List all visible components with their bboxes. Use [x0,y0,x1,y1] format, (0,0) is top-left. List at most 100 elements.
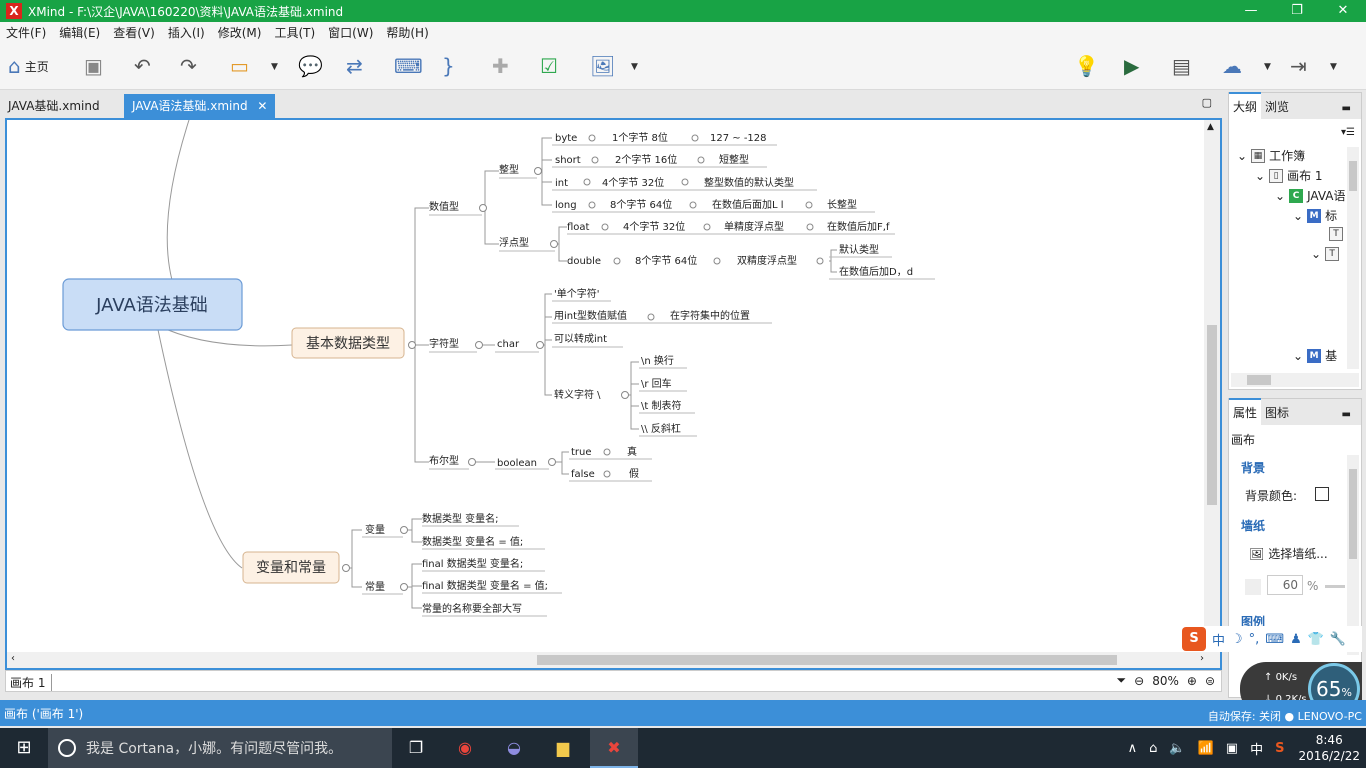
topic-var-decl[interactable]: 数据类型 变量名; [422,512,499,525]
topic-numeric[interactable]: 数值型 [429,200,459,213]
outline-hscroll-thumb[interactable] [1247,375,1271,385]
collapse-toggle-icon[interactable] [603,470,611,478]
topic-true[interactable]: true [571,447,592,458]
topic-bool-group[interactable]: 布尔型 [429,454,459,467]
summary-icon[interactable]: ✚ [492,52,509,80]
ime-punctuation-icon[interactable]: °, [1249,632,1260,647]
ime-chinese-toggle[interactable]: 中 [1212,630,1225,649]
collapse-toggle-icon[interactable] [550,240,558,248]
topic-long[interactable]: long [555,200,577,211]
cortana-search-box[interactable]: 我是 Cortana，小娜。有问题尽管问我。 [48,728,392,768]
home-button[interactable]: ⌂ 主页 [8,52,49,80]
tree-item-main-2[interactable]: ⌄ M 基 [1293,347,1337,364]
collapse-toggle-icon[interactable] [408,341,416,349]
maximize-editor-icon[interactable]: ▢ [1202,96,1212,109]
topic-double-note[interactable]: 双精度浮点型 [737,254,797,267]
tree-item-sub-2[interactable]: ⌄ T [1311,247,1343,261]
expand-icon[interactable]: ⌄ [1293,349,1303,363]
zoom-in-icon[interactable]: ⊕ [1187,674,1197,688]
tab-outline[interactable]: 大纲 [1229,92,1262,119]
topic-true-cn[interactable]: 真 [627,445,637,458]
topic-char-int-note[interactable]: 在字符集中的位置 [670,309,750,322]
tray-expand-icon[interactable]: ∧ [1128,741,1138,756]
choose-wallpaper-button[interactable]: 🖼 选择墙纸... [1249,545,1328,562]
horizontal-scroll-thumb[interactable] [537,655,1117,665]
tray-sogou-icon[interactable]: S [1275,741,1284,756]
eclipse-icon[interactable]: ◒ [502,736,526,760]
collapse-toggle-icon[interactable] [342,564,350,572]
topic-char-int[interactable]: 用int型数值赋值 [554,309,627,322]
collapse-toggle-icon[interactable] [548,458,556,466]
menu-edit[interactable]: 编辑(E) [59,24,100,41]
topic-short-note[interactable]: 短整型 [719,153,749,166]
opacity-slider[interactable] [1325,585,1345,588]
lightbulb-icon[interactable]: 💡 [1074,52,1099,80]
collapse-toggle-icon[interactable] [703,223,711,231]
collapse-toggle-icon[interactable] [689,201,697,209]
collapse-toggle-icon[interactable] [400,526,408,534]
topic-double-default[interactable]: 默认类型 [839,243,879,256]
collapse-toggle-icon[interactable] [713,257,721,265]
topic-long-suffix[interactable]: 在数值后面加L l [712,198,784,211]
background-color-swatch[interactable] [1315,487,1329,501]
collapse-toggle-icon[interactable] [475,341,483,349]
collapse-toggle-icon[interactable] [468,458,476,466]
minimize-icon[interactable]: — [1228,0,1274,22]
expand-icon[interactable]: ⌄ [1311,247,1321,261]
properties-scrollbar[interactable] [1347,455,1359,655]
collapse-toggle-icon[interactable] [805,201,813,209]
panel-menu-icon[interactable]: ▾☰ [1341,127,1355,138]
scroll-left-icon[interactable]: ‹ [11,653,15,664]
tree-item-sheet[interactable]: ⌄ ▯ 画布 1 [1255,167,1323,184]
ime-keyboard-icon[interactable]: ⌨ [1265,632,1284,647]
topic-int-size[interactable]: 4个字节 32位 [602,176,664,189]
undo-icon[interactable]: ↶ [134,52,151,80]
topic-integer[interactable]: 整型 [499,163,519,176]
background-section[interactable]: 背景 [1241,459,1265,476]
upload-dropdown-icon[interactable]: ▼ [1264,62,1271,72]
zoom-fit-icon[interactable]: ⊜ [1205,674,1215,688]
topic-int-note[interactable]: 整型数值的默认类型 [704,176,794,189]
label-icon[interactable]: ⌨ [394,52,423,80]
ime-skin-icon[interactable]: 👕 [1308,632,1324,647]
collapse-toggle-icon[interactable] [603,448,611,456]
topic-esc-bs[interactable]: \\ 反斜杠 [641,422,681,435]
topic-char-group[interactable]: 字符型 [429,337,459,350]
ime-user-icon[interactable]: ♟ [1290,632,1302,647]
collapse-toggle-icon[interactable] [479,204,487,212]
outline-horizontal-scrollbar[interactable] [1231,373,1359,387]
tray-network-icon[interactable]: ⌂ [1149,741,1157,756]
topic-const-note[interactable]: 常量的名称要全部大写 [422,602,522,615]
presentation-icon[interactable]: ▶ [1124,52,1139,80]
topic-char-convert[interactable]: 可以转成int [554,332,607,345]
topic-float-size[interactable]: 4个字节 32位 [623,220,685,233]
topic-variable[interactable]: 变量 [365,523,385,536]
filter-icon[interactable]: ⏷ [1117,673,1127,688]
close-icon[interactable]: ✕ [1320,0,1366,22]
zoom-out-icon[interactable]: ⊖ [1134,674,1144,688]
topic-double[interactable]: double [567,256,601,267]
vertical-scroll-thumb[interactable] [1207,325,1217,505]
collapse-toggle-icon[interactable] [621,391,629,399]
callout-icon[interactable]: 💬 [298,52,323,80]
topic-float-group[interactable]: 浮点型 [499,236,529,249]
menu-tools[interactable]: 工具(T) [274,24,315,41]
collapse-toggle-icon[interactable] [534,167,542,175]
collapse-toggle-icon[interactable] [806,223,814,231]
task-view-icon[interactable]: ❐ [404,736,428,760]
collapse-toggle-icon[interactable] [591,156,599,164]
minimize-panel-icon[interactable]: ▬ [1338,405,1355,424]
tab-browse[interactable]: 浏览 [1261,94,1293,119]
relationship-icon[interactable]: ⇄ [346,52,363,80]
file-explorer-icon[interactable]: ▆ [551,736,575,760]
collapse-toggle-icon[interactable] [681,178,689,186]
topic-long-size[interactable]: 8个字节 64位 [610,198,672,211]
topic-float[interactable]: float [567,222,590,233]
tab-icons[interactable]: 图标 [1261,400,1293,425]
menu-help[interactable]: 帮助(H) [386,24,428,41]
collapse-toggle-icon[interactable] [613,257,621,265]
menu-insert[interactable]: 插入(I) [168,24,205,41]
topic-esc-r[interactable]: \r 回车 [641,377,672,390]
properties-scroll-thumb[interactable] [1349,469,1357,559]
topic-byte-range[interactable]: 127 ~ -128 [710,133,767,144]
